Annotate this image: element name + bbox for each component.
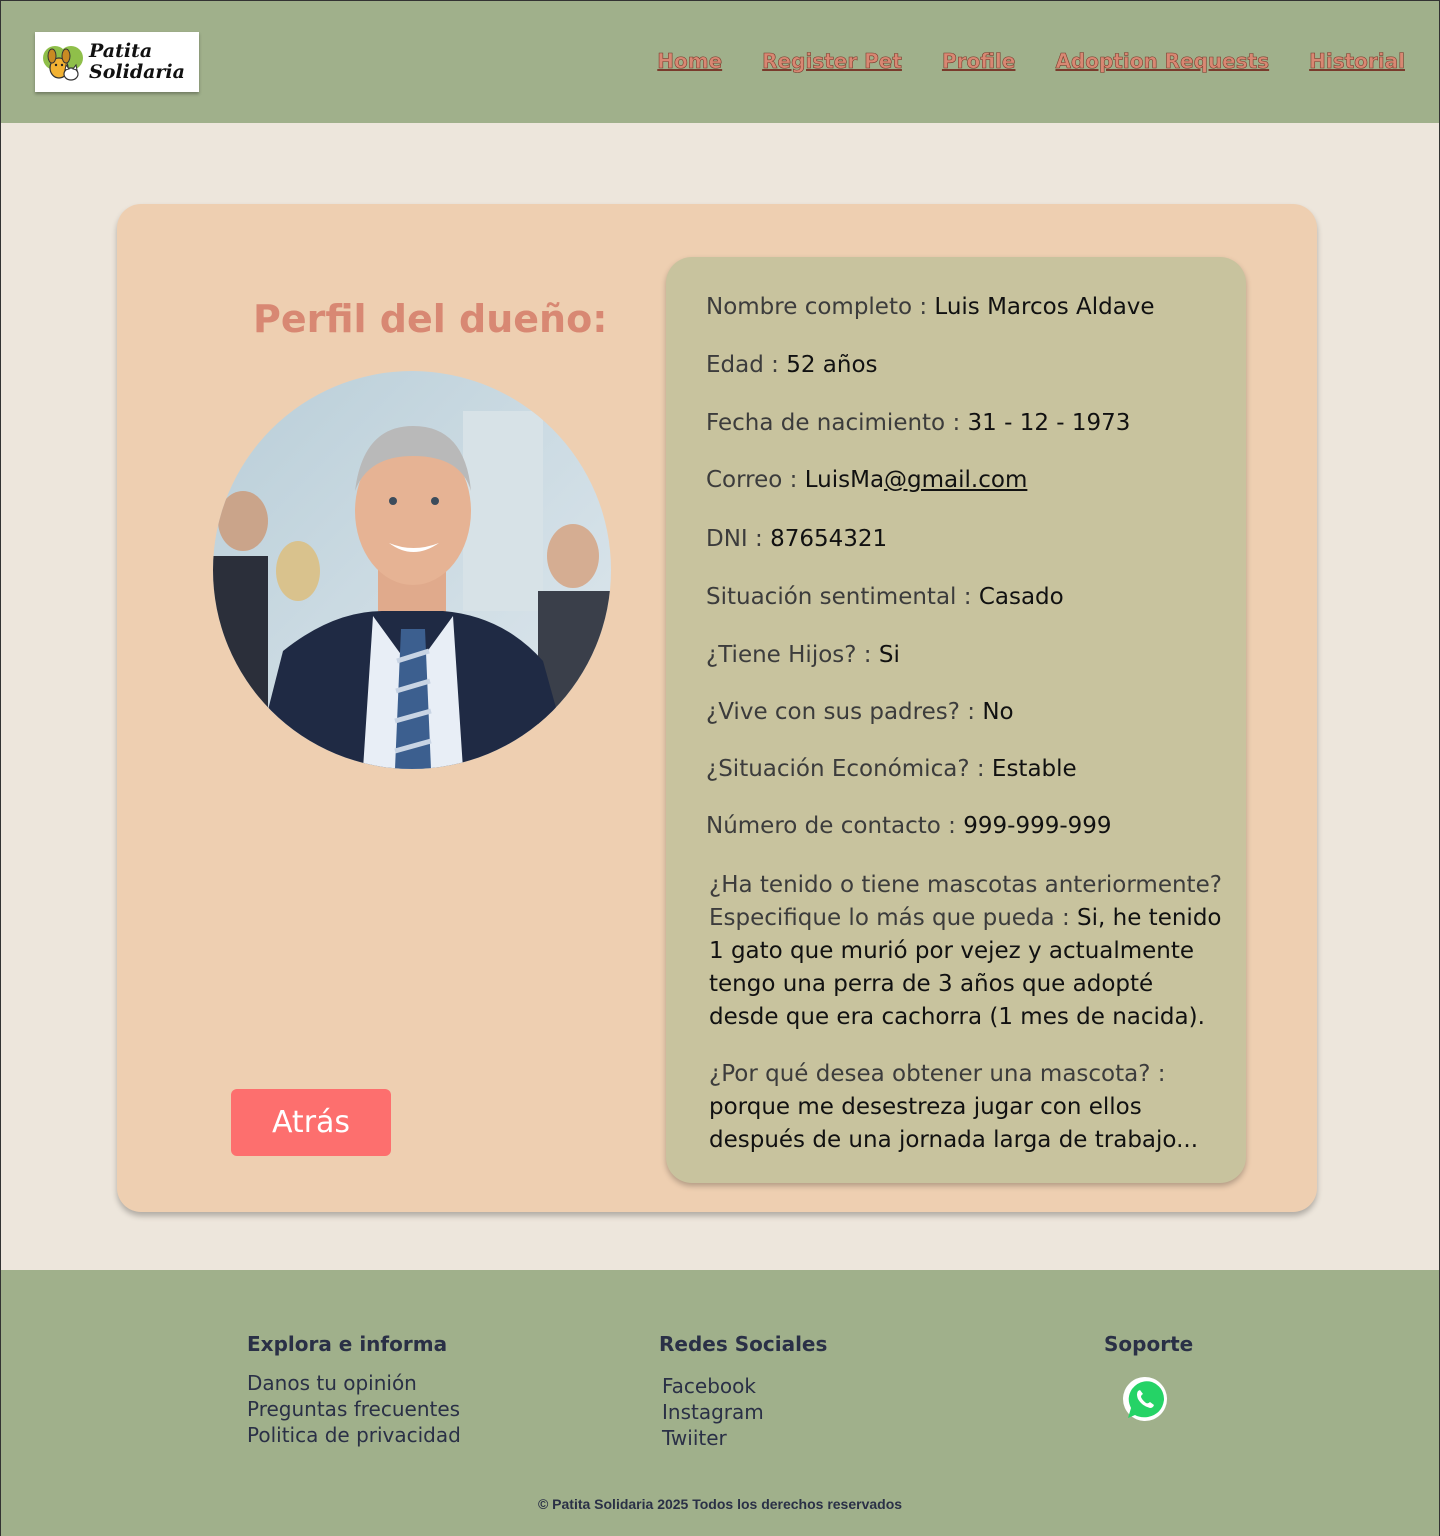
- field-contact-number: Número de contacto : 999-999-999: [706, 813, 1112, 839]
- field-dni: DNI : 87654321: [706, 526, 887, 552]
- field-value: 999-999-999: [963, 813, 1112, 839]
- owner-avatar: [213, 371, 611, 769]
- field-email: Correo : LuisMa@gmail.com: [706, 467, 1027, 493]
- footer-explore-title: Explora e informa: [247, 1332, 448, 1356]
- footer-link-instagram[interactable]: Instagram: [662, 1399, 764, 1425]
- copyright-text: © Patita Solidaria 2025 Todos los derech…: [537, 1496, 903, 1512]
- footer-social-title: Redes Sociales: [659, 1332, 828, 1356]
- field-value: 31 - 12 - 1973: [967, 410, 1131, 436]
- field-value: Si: [878, 642, 900, 668]
- field-birthdate: Fecha de nacimiento : 31 - 12 - 1973: [706, 410, 1130, 436]
- field-label: ¿Vive con sus padres? :: [706, 699, 976, 725]
- field-pet-history: ¿Ha tenido o tiene mascotas anteriorment…: [709, 869, 1229, 1034]
- nav-adoption-requests[interactable]: Adoption Requests: [1055, 49, 1269, 74]
- field-value: Casado: [978, 584, 1064, 610]
- field-lives-with-parents: ¿Vive con sus padres? : No: [706, 699, 1014, 725]
- footer-link-facebook[interactable]: Facebook: [662, 1373, 756, 1399]
- field-economic-status: ¿Situación Económica? : Estable: [706, 756, 1077, 782]
- email-value[interactable]: LuisMa@gmail.com: [805, 467, 1028, 493]
- field-label: ¿Tiene Hijos? :: [706, 642, 872, 668]
- footer-support-title: Soporte: [1104, 1332, 1194, 1356]
- nav-profile[interactable]: Profile: [942, 49, 1016, 74]
- page-title: Perfil del dueño:: [253, 297, 608, 341]
- field-label: Nombre completo :: [706, 294, 928, 320]
- email-user: LuisMa: [804, 467, 885, 493]
- email-domain: @gmail.com: [884, 467, 1028, 493]
- field-label: Edad :: [706, 352, 779, 378]
- main-nav: Home Register Pet Profile Adoption Reque…: [657, 49, 1405, 74]
- footer-link-twitter[interactable]: Twiiter: [662, 1425, 727, 1451]
- field-value: 87654321: [770, 526, 888, 552]
- footer-link-feedback[interactable]: Danos tu opinión: [247, 1370, 417, 1396]
- site-header: Patita Solidaria Home Register Pet Profi…: [1, 1, 1439, 123]
- field-label: ¿Por qué desea obtener una mascota? :: [709, 1061, 1166, 1087]
- field-label: Número de contacto :: [706, 813, 956, 839]
- field-age: Edad : 52 años: [706, 352, 878, 378]
- field-relationship: Situación sentimental : Casado: [706, 584, 1064, 610]
- dog-cat-logo-icon: [43, 46, 83, 81]
- brand-name: Patita Solidaria: [89, 40, 185, 83]
- brand-logo[interactable]: Patita Solidaria: [35, 32, 199, 92]
- field-label: Situación sentimental :: [706, 584, 972, 610]
- field-value: 52 años: [786, 352, 878, 378]
- field-value: porque me desestreza jugar con ellos des…: [709, 1094, 1199, 1153]
- owner-photo: [213, 371, 611, 769]
- field-label: ¿Situación Económica? :: [706, 756, 985, 782]
- field-label: DNI :: [706, 526, 763, 552]
- back-button[interactable]: Atrás: [231, 1089, 391, 1156]
- field-children: ¿Tiene Hijos? : Si: [706, 642, 900, 668]
- field-value: No: [982, 699, 1014, 725]
- field-label: Correo :: [706, 467, 798, 493]
- field-full-name: Nombre completo : Luis Marcos Aldave: [706, 294, 1155, 320]
- nav-register-pet[interactable]: Register Pet: [762, 49, 902, 74]
- nav-historial[interactable]: Historial: [1309, 49, 1405, 74]
- nav-home[interactable]: Home: [657, 49, 722, 74]
- field-value: Luis Marcos Aldave: [934, 294, 1155, 320]
- footer-link-privacy[interactable]: Politica de privacidad: [247, 1422, 461, 1448]
- field-value: Estable: [991, 756, 1077, 782]
- footer-link-faq[interactable]: Preguntas frecuentes: [247, 1396, 460, 1422]
- field-adoption-reason: ¿Por qué desea obtener una mascota? : po…: [709, 1058, 1229, 1157]
- whatsapp-icon[interactable]: [1120, 1374, 1170, 1424]
- field-label: Fecha de nacimiento :: [706, 410, 961, 436]
